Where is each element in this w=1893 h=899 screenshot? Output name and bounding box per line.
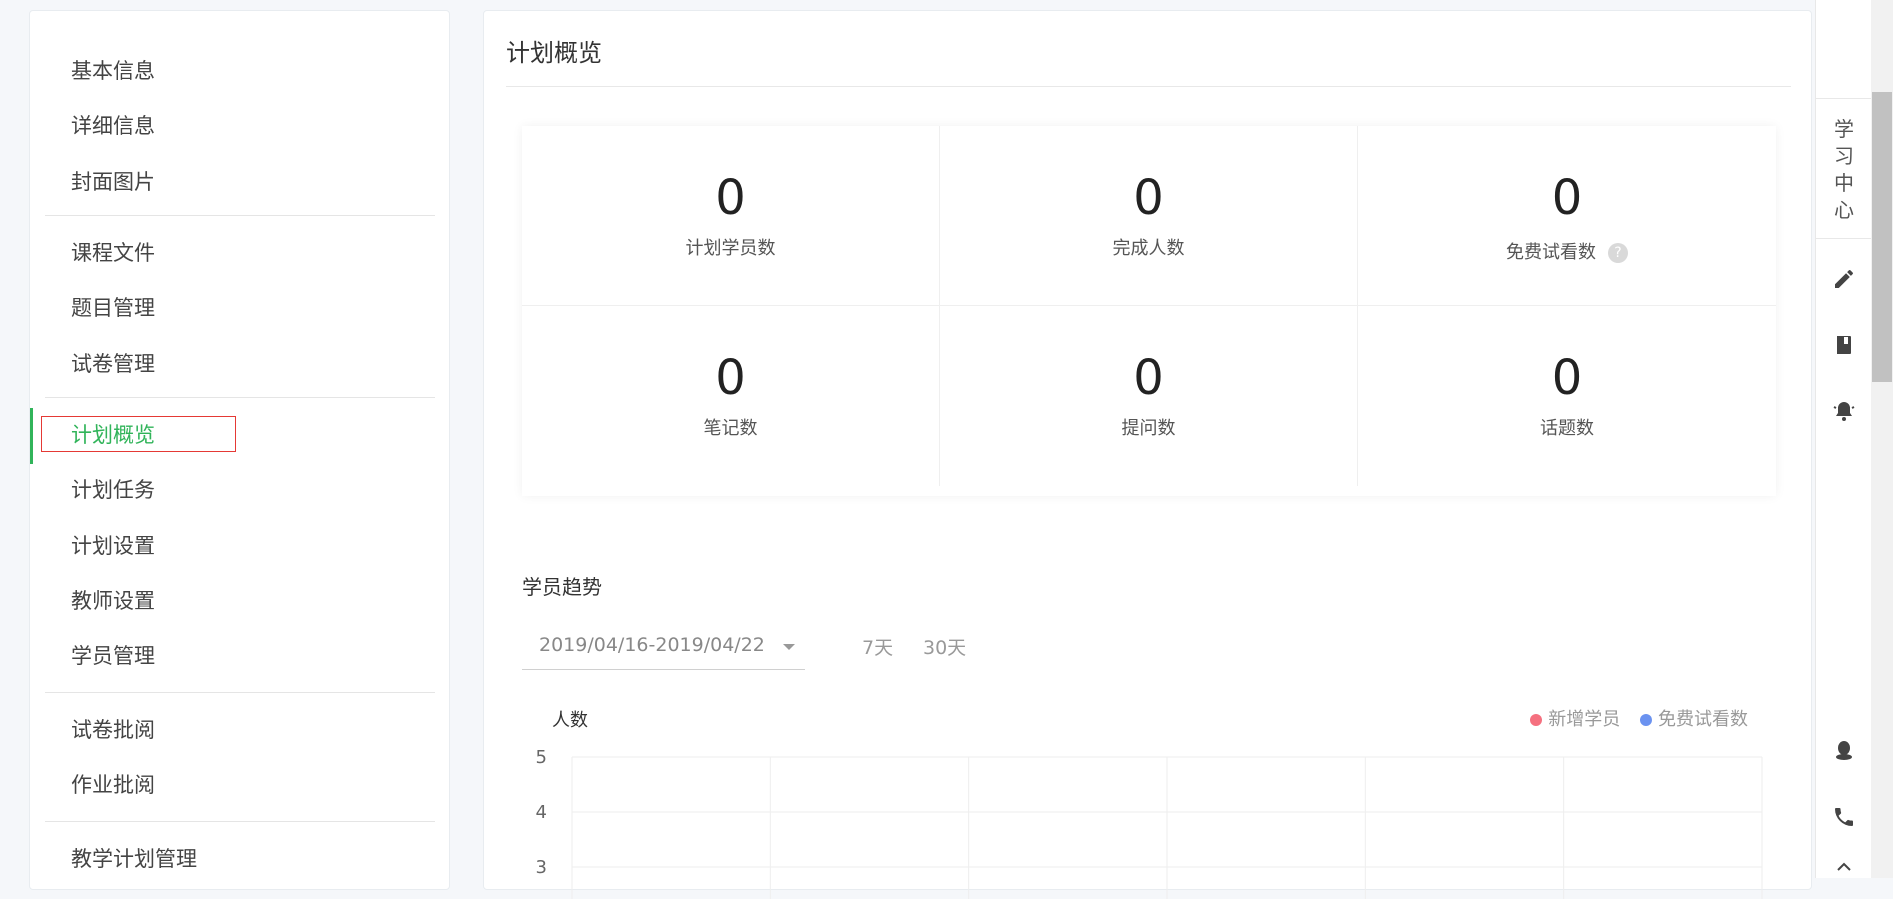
- stat-label: 提问数: [1121, 418, 1176, 439]
- trend-chart: 人数 新增学员 免费试看数 543: [522, 699, 1782, 899]
- sidebar-item-homework-review[interactable]: 作业批阅: [71, 765, 155, 805]
- stat-plan-students: 0 计划学员数: [522, 126, 940, 306]
- stat-value: 0: [1551, 170, 1583, 226]
- y-tick-label: 5: [536, 747, 547, 768]
- stat-completed: 0 完成人数: [940, 126, 1358, 306]
- chart-plot: 5 4 3: [536, 747, 1763, 899]
- qq-icon[interactable]: [1816, 738, 1872, 766]
- sidebar-item-teacher-settings[interactable]: 教师设置: [71, 581, 155, 621]
- active-indicator: [30, 408, 33, 464]
- sidebar-item-paper-manage[interactable]: 试卷管理: [71, 344, 155, 384]
- sidebar-divider: [45, 821, 435, 822]
- sidebar-item-teaching-plan-manage[interactable]: 教学计划管理: [71, 839, 197, 879]
- stat-value: 0: [1551, 350, 1583, 406]
- sidebar-divider: [45, 215, 435, 216]
- sidebar: 基本信息 详细信息 封面图片 课程文件 题目管理 试卷管理 计划概览 计划任务 …: [29, 10, 450, 890]
- book-icon[interactable]: [1816, 333, 1872, 361]
- sidebar-item-course-files[interactable]: 课程文件: [71, 233, 155, 273]
- question-circle-icon[interactable]: ?: [1608, 243, 1628, 263]
- stat-value: 0: [715, 170, 746, 226]
- sidebar-item-plan-overview[interactable]: 计划概览: [71, 415, 155, 455]
- study-center-button[interactable]: 学 习 中 心: [1816, 116, 1872, 224]
- sidebar-item-plan-tasks[interactable]: 计划任务: [71, 470, 155, 510]
- study-center-char: 中: [1834, 171, 1854, 195]
- stat-value: 0: [715, 350, 746, 406]
- stat-notes: 0 笔记数: [522, 306, 940, 486]
- date-range-value: 2019/04/16-2019/04/22: [539, 634, 765, 656]
- page-title: 计划概览: [506, 39, 602, 67]
- study-center-char: 习: [1834, 144, 1854, 168]
- study-center-char: 心: [1834, 198, 1854, 222]
- range-7-days-button[interactable]: 7天: [862, 633, 893, 660]
- y-tick-label: 3: [536, 857, 547, 878]
- sidebar-item-detail-info[interactable]: 详细信息: [71, 106, 155, 146]
- stat-topics: 0 话题数: [1358, 306, 1776, 486]
- sidebar-item-paper-review[interactable]: 试卷批阅: [71, 710, 155, 750]
- right-toolbar: 学 习 中 心: [1815, 0, 1872, 878]
- stat-value: 0: [1133, 350, 1164, 406]
- toolbar-divider: [1816, 238, 1872, 239]
- sidebar-divider: [45, 692, 435, 693]
- sidebar-item-basic-info[interactable]: 基本信息: [71, 51, 155, 91]
- stat-value: 0: [1133, 170, 1164, 226]
- toolbar-divider: [1816, 98, 1872, 99]
- stats-card: 0 计划学员数 0 完成人数 0 免费试看数? 0 笔记数 0 提问数 0 话题…: [522, 126, 1776, 496]
- title-divider: [506, 86, 1791, 87]
- stat-label: 笔记数: [703, 418, 758, 439]
- trend-title: 学员趋势: [522, 575, 602, 599]
- stat-questions: 0 提问数: [940, 306, 1358, 486]
- sidebar-item-plan-settings[interactable]: 计划设置: [71, 526, 155, 566]
- sidebar-divider: [45, 397, 435, 398]
- stat-label: 免费试看数: [1506, 242, 1596, 263]
- sidebar-item-student-manage[interactable]: 学员管理: [71, 636, 155, 676]
- scrollbar-thumb[interactable]: [1872, 92, 1892, 382]
- range-30-days-button[interactable]: 30天: [923, 633, 966, 660]
- sidebar-item-question-manage[interactable]: 题目管理: [71, 288, 155, 328]
- stat-label-wrap: 免费试看数?: [1358, 238, 1776, 264]
- edit-icon[interactable]: [1816, 267, 1872, 295]
- stat-label: 话题数: [1540, 418, 1594, 439]
- stat-free-trial: 0 免费试看数?: [1358, 126, 1776, 306]
- bell-icon[interactable]: [1816, 399, 1872, 427]
- main-panel: 计划概览 0 计划学员数 0 完成人数 0 免费试看数? 0 笔记数 0 提问数…: [483, 10, 1812, 899]
- sidebar-item-cover-image[interactable]: 封面图片: [71, 162, 155, 202]
- study-center-char: 学: [1834, 117, 1854, 141]
- stat-label: 完成人数: [1112, 238, 1185, 259]
- y-tick-label: 4: [536, 802, 547, 823]
- caret-down-icon: [783, 644, 795, 650]
- phone-icon[interactable]: [1816, 805, 1872, 833]
- stat-label: 计划学员数: [685, 238, 776, 259]
- top-icon[interactable]: [1816, 860, 1872, 882]
- date-range-select[interactable]: 2019/04/16-2019/04/22: [522, 623, 805, 670]
